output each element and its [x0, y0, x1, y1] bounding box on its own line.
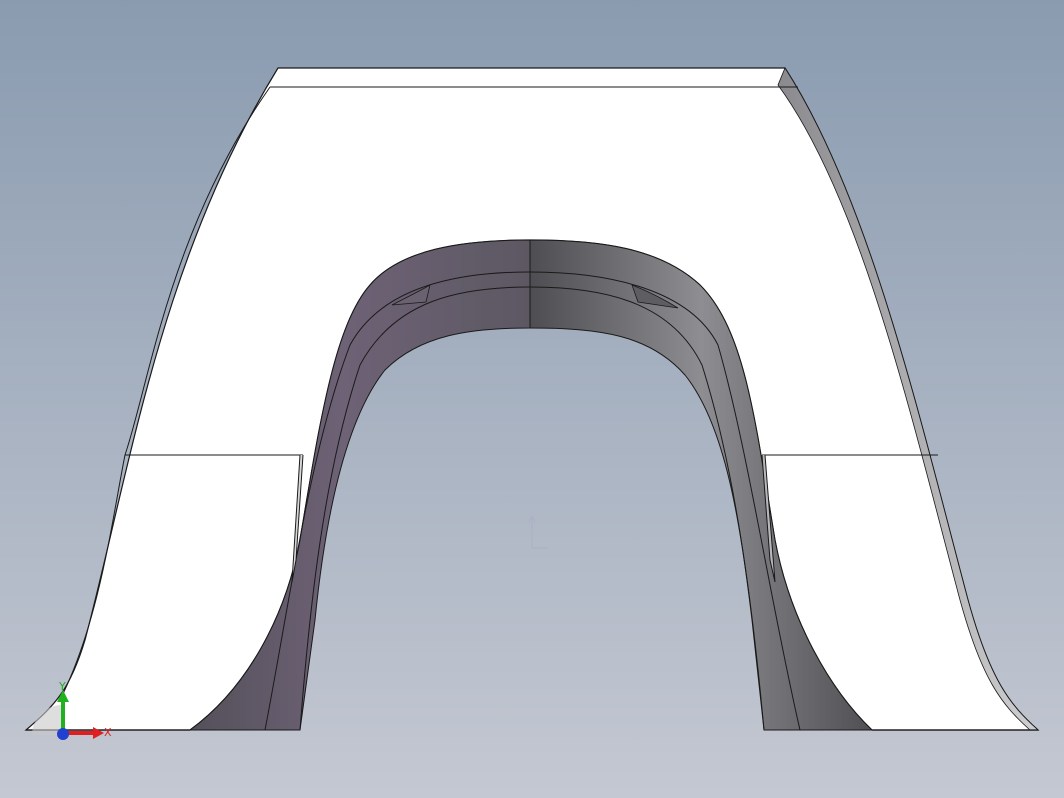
- model-view[interactable]: Y X: [0, 0, 1064, 798]
- part-outer-face: [24, 67, 1040, 731]
- origin-marker-icon: [528, 514, 548, 549]
- triad-x-label: X: [104, 726, 112, 739]
- triad-y-label: Y: [58, 680, 66, 693]
- graphics-viewport[interactable]: Y X: [0, 0, 1064, 798]
